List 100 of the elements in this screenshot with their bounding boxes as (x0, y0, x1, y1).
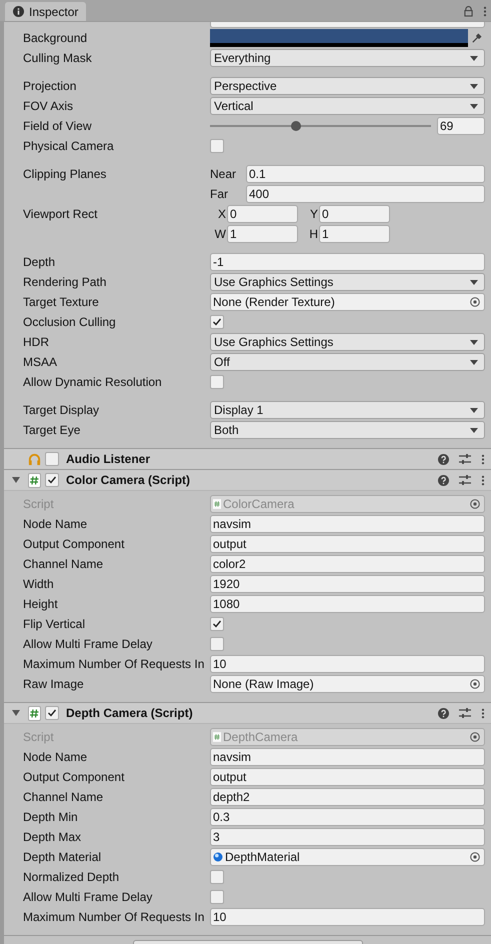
kebab-menu-icon[interactable] (481, 708, 485, 718)
caret-icon (470, 408, 478, 412)
text-field[interactable]: 10 (210, 655, 485, 673)
field-label: Output Component (23, 770, 126, 784)
caret-icon (470, 56, 478, 60)
target-icon[interactable] (470, 852, 480, 862)
checkmark-icon (47, 708, 57, 718)
help-icon[interactable] (438, 708, 449, 718)
text-field[interactable]: depth2 (210, 788, 485, 806)
field-label: Node Name (23, 517, 88, 531)
checkmark-icon (212, 317, 222, 327)
dropdown[interactable]: Use Graphics Settings (210, 333, 485, 351)
field-label: Normalized Depth (23, 870, 120, 884)
field-label: Raw Image (23, 677, 85, 691)
dropdown[interactable]: Perspective (210, 77, 485, 95)
help-icon[interactable] (438, 454, 449, 464)
field-label: Viewport Rect (23, 206, 98, 223)
checkbox[interactable] (45, 706, 59, 720)
text-field[interactable]: 1920 (210, 575, 485, 593)
object-field[interactable]: DepthMaterial (210, 848, 485, 866)
text-field[interactable]: output (210, 535, 485, 553)
field-label: Clipping Planes (23, 166, 108, 183)
lock-icon[interactable] (464, 6, 473, 16)
kebab-menu-icon[interactable] (483, 6, 487, 16)
field-label: Target Texture (23, 295, 100, 309)
preset-icon[interactable] (459, 707, 471, 719)
field-label: Target Display (23, 403, 100, 417)
text-field[interactable]: navsim (210, 515, 485, 533)
field-label: X (216, 207, 227, 221)
number-field[interactable]: 1 (227, 225, 298, 243)
foldout-arrow-icon[interactable] (12, 477, 20, 483)
kebab-menu-icon[interactable] (481, 474, 485, 486)
field-label: Physical Camera (23, 139, 115, 153)
field-label: Depth Max (23, 830, 82, 844)
dropdown[interactable]: Use Graphics Settings (210, 273, 485, 291)
checkbox[interactable] (45, 473, 59, 487)
text-field[interactable]: color2 (210, 555, 485, 573)
component-header[interactable]: Audio Listener (4, 449, 491, 469)
text-field[interactable]: -1 (210, 253, 485, 271)
caret-icon (470, 280, 478, 284)
text-field[interactable]: navsim (210, 748, 485, 766)
preset-icon[interactable] (459, 474, 471, 486)
field-label: Near (210, 167, 238, 181)
text-field[interactable]: 0.3 (210, 808, 485, 826)
component-header[interactable]: Depth Camera (Script) (4, 703, 491, 723)
script-icon (213, 499, 221, 509)
field-label: Allow Multi Frame Delay (23, 637, 154, 651)
dropdown[interactable]: Everything (210, 49, 485, 67)
field-label: Node Name (23, 750, 88, 764)
number-field[interactable]: 400 (246, 185, 485, 203)
checkbox[interactable] (210, 890, 224, 904)
sphere-icon (213, 852, 223, 862)
color-swatch[interactable] (210, 29, 468, 47)
number-field[interactable]: 1 (319, 225, 390, 243)
object-field[interactable]: None (Raw Image) (210, 675, 485, 693)
checkmark-icon (212, 619, 222, 629)
foldout-arrow-icon[interactable] (12, 710, 20, 716)
number-field[interactable]: 0 (319, 205, 390, 223)
field-label: HDR (23, 335, 50, 349)
checkbox[interactable] (210, 375, 224, 389)
caret-icon (470, 340, 478, 344)
dropdown[interactable]: Display 1 (210, 401, 485, 419)
preset-icon[interactable] (459, 453, 471, 465)
target-icon[interactable] (470, 297, 480, 307)
checkbox[interactable] (210, 617, 224, 631)
number-field[interactable]: 0.1 (246, 165, 485, 183)
script-icon (213, 732, 221, 742)
text-field[interactable]: 3 (210, 828, 485, 846)
field-label: Depth Min (23, 810, 79, 824)
object-field[interactable]: None (Render Texture) (210, 293, 485, 311)
field-label: Rendering Path (23, 275, 108, 289)
dropdown[interactable]: Both (210, 421, 485, 439)
text-field[interactable]: 10 (210, 908, 485, 926)
field-label: Maximum Number Of Requests In (23, 657, 206, 671)
dropdown[interactable]: Vertical (210, 97, 485, 115)
field-label: Y (308, 207, 319, 221)
checkbox[interactable] (210, 139, 224, 153)
field-label: Projection (23, 79, 78, 93)
field-label: Script (23, 730, 55, 744)
component-title: Color Camera (Script) (66, 473, 192, 487)
number-field[interactable]: 69 (437, 117, 485, 135)
dropdown[interactable]: Off (210, 353, 485, 371)
checkbox[interactable] (210, 870, 224, 884)
eyedropper-icon[interactable] (471, 32, 482, 44)
help-icon[interactable] (438, 474, 449, 486)
caret-icon (470, 104, 478, 108)
checkbox[interactable] (210, 315, 224, 329)
number-field[interactable]: 0 (227, 205, 298, 223)
field-label: Channel Name (23, 557, 104, 571)
component-header[interactable]: Color Camera (Script) (4, 470, 491, 490)
field-label: Far (210, 187, 229, 201)
text-field[interactable]: 1080 (210, 595, 485, 613)
checkbox[interactable] (45, 452, 59, 466)
checkbox[interactable] (210, 637, 224, 651)
field-label: H (308, 227, 319, 241)
kebab-menu-icon[interactable] (481, 454, 485, 464)
text-field[interactable]: output (210, 768, 485, 786)
inspector-tab[interactable]: Inspector (5, 2, 86, 21)
target-icon[interactable] (470, 679, 480, 689)
slider-thumb[interactable] (291, 121, 302, 131)
